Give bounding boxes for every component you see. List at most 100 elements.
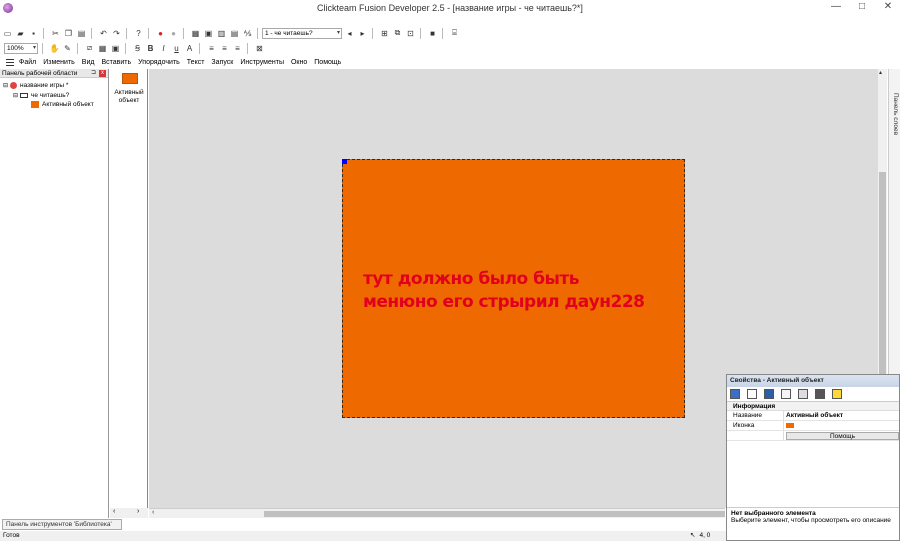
- bold-icon[interactable]: B: [145, 43, 156, 54]
- frame-canvas[interactable]: тут должно было быть менюно его стрырил …: [342, 159, 685, 418]
- event-editor-icon[interactable]: ▥: [216, 28, 227, 39]
- italic-icon[interactable]: I: [158, 43, 169, 54]
- scroll-right-icon[interactable]: ›: [137, 508, 139, 515]
- close-button[interactable]: ✕: [880, 0, 896, 14]
- menu-arrange[interactable]: Упорядочить: [138, 59, 180, 66]
- snap-icon[interactable]: ▣: [110, 43, 121, 54]
- minimize-button[interactable]: —: [828, 0, 844, 14]
- align-center-icon[interactable]: ≡: [219, 43, 230, 54]
- property-key: Иконка: [727, 421, 784, 430]
- workspace-title: Панель рабочей области: [2, 69, 78, 77]
- hand-icon[interactable]: ✋: [49, 43, 60, 54]
- frame-grid-icon[interactable]: ▦: [97, 43, 108, 54]
- layer-icon[interactable]: ⧉: [392, 28, 403, 39]
- event-list-icon[interactable]: ▤: [229, 28, 240, 39]
- paste-icon[interactable]: ▤: [76, 28, 87, 39]
- property-value[interactable]: [784, 421, 899, 430]
- underline-icon[interactable]: u: [171, 43, 182, 54]
- help-icon[interactable]: ?: [133, 28, 144, 39]
- active-object-icon[interactable]: [122, 73, 138, 84]
- events-tab-icon[interactable]: [798, 389, 808, 399]
- menu-file[interactable]: Файл: [19, 59, 36, 66]
- run-icon[interactable]: ●: [168, 28, 179, 39]
- scrollbar-thumb[interactable]: [264, 511, 725, 517]
- open-folder-icon[interactable]: ▰: [15, 28, 26, 39]
- scroll-up-icon[interactable]: ▴: [879, 69, 882, 76]
- new-file-icon[interactable]: ▭: [2, 28, 13, 39]
- menu-text[interactable]: Текст: [187, 59, 205, 66]
- menu-edit[interactable]: Изменить: [43, 59, 75, 66]
- tree-item-game[interactable]: ⊟ название игры *: [3, 82, 68, 89]
- frame-icon: [20, 93, 29, 98]
- property-row-name[interactable]: Название Активный объект: [727, 411, 899, 421]
- align-left-icon[interactable]: ≡: [206, 43, 217, 54]
- object-bar-label[interactable]: Активный объект: [110, 89, 148, 105]
- pin-icon[interactable]: ⊐: [91, 69, 96, 76]
- about-tab-icon[interactable]: [832, 389, 842, 399]
- properties-tabs: [727, 387, 899, 402]
- undo-icon[interactable]: ↶: [98, 28, 109, 39]
- next-frame-icon[interactable]: ▸: [357, 28, 368, 39]
- status-bar: Готов: [0, 531, 726, 541]
- settings-tab-icon[interactable]: [730, 389, 740, 399]
- align-right-icon[interactable]: ≡: [232, 43, 243, 54]
- toolbar-separator: [125, 42, 126, 54]
- object-bar-scrollbar[interactable]: ‹ ›: [110, 508, 148, 518]
- values-tab-icon[interactable]: [781, 389, 791, 399]
- build-icon[interactable]: ⌸: [449, 28, 460, 39]
- fit-icon[interactable]: ⊠: [254, 43, 265, 54]
- menu-insert[interactable]: Вставить: [101, 59, 131, 66]
- font-icon[interactable]: Ꞩ: [132, 43, 143, 54]
- menu-window[interactable]: Окно: [291, 59, 307, 66]
- stop-icon[interactable]: ●: [155, 28, 166, 39]
- select-icon[interactable]: ⧄: [84, 43, 95, 54]
- maximize-button[interactable]: □: [854, 0, 870, 14]
- grid-icon[interactable]: ■: [427, 28, 438, 39]
- vertical-scrollbar[interactable]: ▴: [878, 69, 887, 374]
- save-icon[interactable]: ▪: [28, 28, 39, 39]
- property-value[interactable]: Активный объект: [784, 411, 899, 420]
- tree-item-frame[interactable]: ⊟ че читаешь?: [13, 92, 69, 99]
- arrange-icon[interactable]: ⊡: [405, 28, 416, 39]
- collapse-icon[interactable]: ⊟: [3, 82, 8, 89]
- selection-handle[interactable]: [342, 159, 347, 164]
- property-row-icon[interactable]: Иконка: [727, 421, 899, 431]
- toolbar-separator: [372, 27, 373, 39]
- frame-select[interactable]: 1 - че читаешь? ▾: [262, 27, 342, 39]
- pick-icon[interactable]: ✎: [62, 43, 73, 54]
- scroll-left-icon[interactable]: ‹: [152, 509, 154, 516]
- property-key: Название: [727, 411, 784, 420]
- size-tab-icon[interactable]: [764, 389, 774, 399]
- storyboard-icon[interactable]: ▦: [190, 28, 201, 39]
- chevron-down-icon: ▾: [32, 44, 36, 51]
- chevron-down-icon: ▾: [336, 29, 340, 36]
- zoom-select[interactable]: 100% ▾: [4, 42, 38, 54]
- cut-icon[interactable]: ✂: [50, 28, 61, 39]
- prev-frame-icon[interactable]: ◂: [344, 28, 355, 39]
- frame-editor-icon[interactable]: ▣: [203, 28, 214, 39]
- movement-tab-icon[interactable]: [815, 389, 825, 399]
- display-tab-icon[interactable]: [747, 389, 757, 399]
- menu-view[interactable]: Вид: [82, 59, 95, 66]
- description-text: Выберите элемент, чтобы просмотреть его …: [731, 517, 891, 524]
- document-menu-icon[interactable]: [6, 58, 14, 66]
- close-icon[interactable]: x: [99, 70, 106, 77]
- layers-panel-tab[interactable]: Панель слоев: [888, 69, 900, 374]
- object-icon-swatch: [786, 423, 794, 428]
- scroll-left-icon[interactable]: ‹: [113, 508, 115, 515]
- horizontal-scrollbar[interactable]: ‹: [149, 508, 725, 518]
- frame-text[interactable]: тут должно было быть менюно его стрырил …: [363, 268, 645, 314]
- scrollbar-thumb[interactable]: [879, 172, 886, 374]
- align-icon[interactable]: ⊞: [379, 28, 390, 39]
- library-toolbar-tab[interactable]: Панель инструментов 'Библиотека': [2, 519, 122, 530]
- copy-icon[interactable]: ❐: [63, 28, 74, 39]
- menu-help[interactable]: Помощь: [314, 59, 341, 66]
- menu-run[interactable]: Запуск: [211, 59, 233, 66]
- data-elements-icon[interactable]: ⅍: [242, 28, 253, 39]
- tree-item-object[interactable]: Активный объект: [31, 101, 94, 108]
- text-color-icon[interactable]: A: [184, 43, 195, 54]
- menu-tools[interactable]: Инструменты: [240, 59, 284, 66]
- collapse-icon[interactable]: ⊟: [13, 92, 18, 99]
- help-button[interactable]: Помощь: [786, 432, 899, 440]
- redo-icon[interactable]: ↷: [111, 28, 122, 39]
